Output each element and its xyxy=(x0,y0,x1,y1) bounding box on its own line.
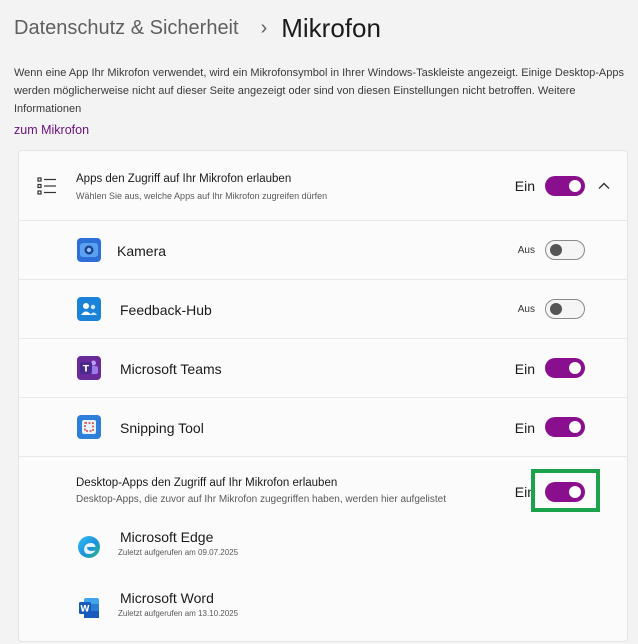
kamera-toggle[interactable] xyxy=(545,240,585,260)
breadcrumb: Datenschutz & Sicherheit › Mikrofon xyxy=(14,10,381,46)
desktop-app-last-access: Zuletzt aufgerufen am 09.07.2025 xyxy=(118,548,239,557)
app-name: Microsoft Teams xyxy=(120,361,222,377)
app-state: Ein xyxy=(514,420,535,436)
intro-description: Wenn eine App Ihr Mikrofon verwendet, wi… xyxy=(14,64,624,140)
teams-icon: T xyxy=(77,356,101,380)
app-state: Ein xyxy=(514,361,535,377)
svg-text:T: T xyxy=(83,365,90,375)
apps-access-subtitle: Wählen Sie aus, welche Apps auf Ihr Mikr… xyxy=(76,191,328,201)
apps-access-title: Apps den Zugriff auf Ihr Mikrofon erlaub… xyxy=(76,173,292,185)
desktop-app-name: Microsoft Edge xyxy=(120,529,214,545)
app-row-microsoft-teams: T Microsoft Teams Ein xyxy=(19,339,627,398)
apps-access-toggle[interactable] xyxy=(545,176,585,196)
app-state: Aus xyxy=(517,304,535,315)
apps-access-state: Ein xyxy=(514,178,535,194)
breadcrumb-parent-link[interactable]: Datenschutz & Sicherheit xyxy=(14,17,239,40)
app-row-feedback-hub: Feedback-Hub Aus xyxy=(19,280,627,339)
learn-more-link[interactable]: zum Mikrofon xyxy=(14,121,89,139)
desktop-apps-section: Desktop-Apps den Zugriff auf Ihr Mikrofo… xyxy=(19,457,627,643)
app-row-snipping-tool: Snipping Tool Ein xyxy=(19,398,627,457)
desktop-app-name: Microsoft Word xyxy=(120,590,214,606)
page-title: Mikrofon xyxy=(281,12,381,43)
app-row-kamera: Kamera Aus xyxy=(19,221,627,280)
apps-access-row: Apps den Zugriff auf Ihr Mikrofon erlaub… xyxy=(19,151,627,221)
word-icon: W xyxy=(77,596,101,620)
list-icon xyxy=(37,176,57,196)
feedback-hub-icon xyxy=(77,297,101,321)
feedback-hub-toggle[interactable] xyxy=(545,299,585,319)
microsoft-teams-toggle[interactable] xyxy=(545,358,585,378)
camera-app-icon xyxy=(77,238,101,262)
desktop-access-subtitle: Desktop-Apps, die zuvor auf Ihr Mikrofon… xyxy=(76,494,447,505)
desktop-access-title: Desktop-Apps den Zugriff auf Ihr Mikrofo… xyxy=(76,477,338,489)
intro-text: Wenn eine App Ihr Mikrofon verwendet, wi… xyxy=(14,67,624,115)
desktop-access-toggle[interactable] xyxy=(545,482,585,502)
microphone-settings-card: Apps den Zugriff auf Ihr Mikrofon erlaub… xyxy=(18,150,628,642)
svg-text:W: W xyxy=(80,605,90,615)
app-name: Snipping Tool xyxy=(120,420,204,436)
chevron-up-icon[interactable] xyxy=(597,179,611,193)
app-name: Feedback-Hub xyxy=(120,302,212,318)
snipping-tool-icon xyxy=(77,415,101,439)
snipping-tool-toggle[interactable] xyxy=(545,417,585,437)
desktop-access-state: Ein xyxy=(514,484,535,500)
edge-icon xyxy=(77,535,101,559)
app-name: Kamera xyxy=(117,243,167,259)
breadcrumb-separator-icon: › xyxy=(260,16,268,39)
app-state: Aus xyxy=(517,245,535,256)
desktop-app-last-access: Zuletzt aufgerufen am 13.10.2025 xyxy=(118,609,239,618)
